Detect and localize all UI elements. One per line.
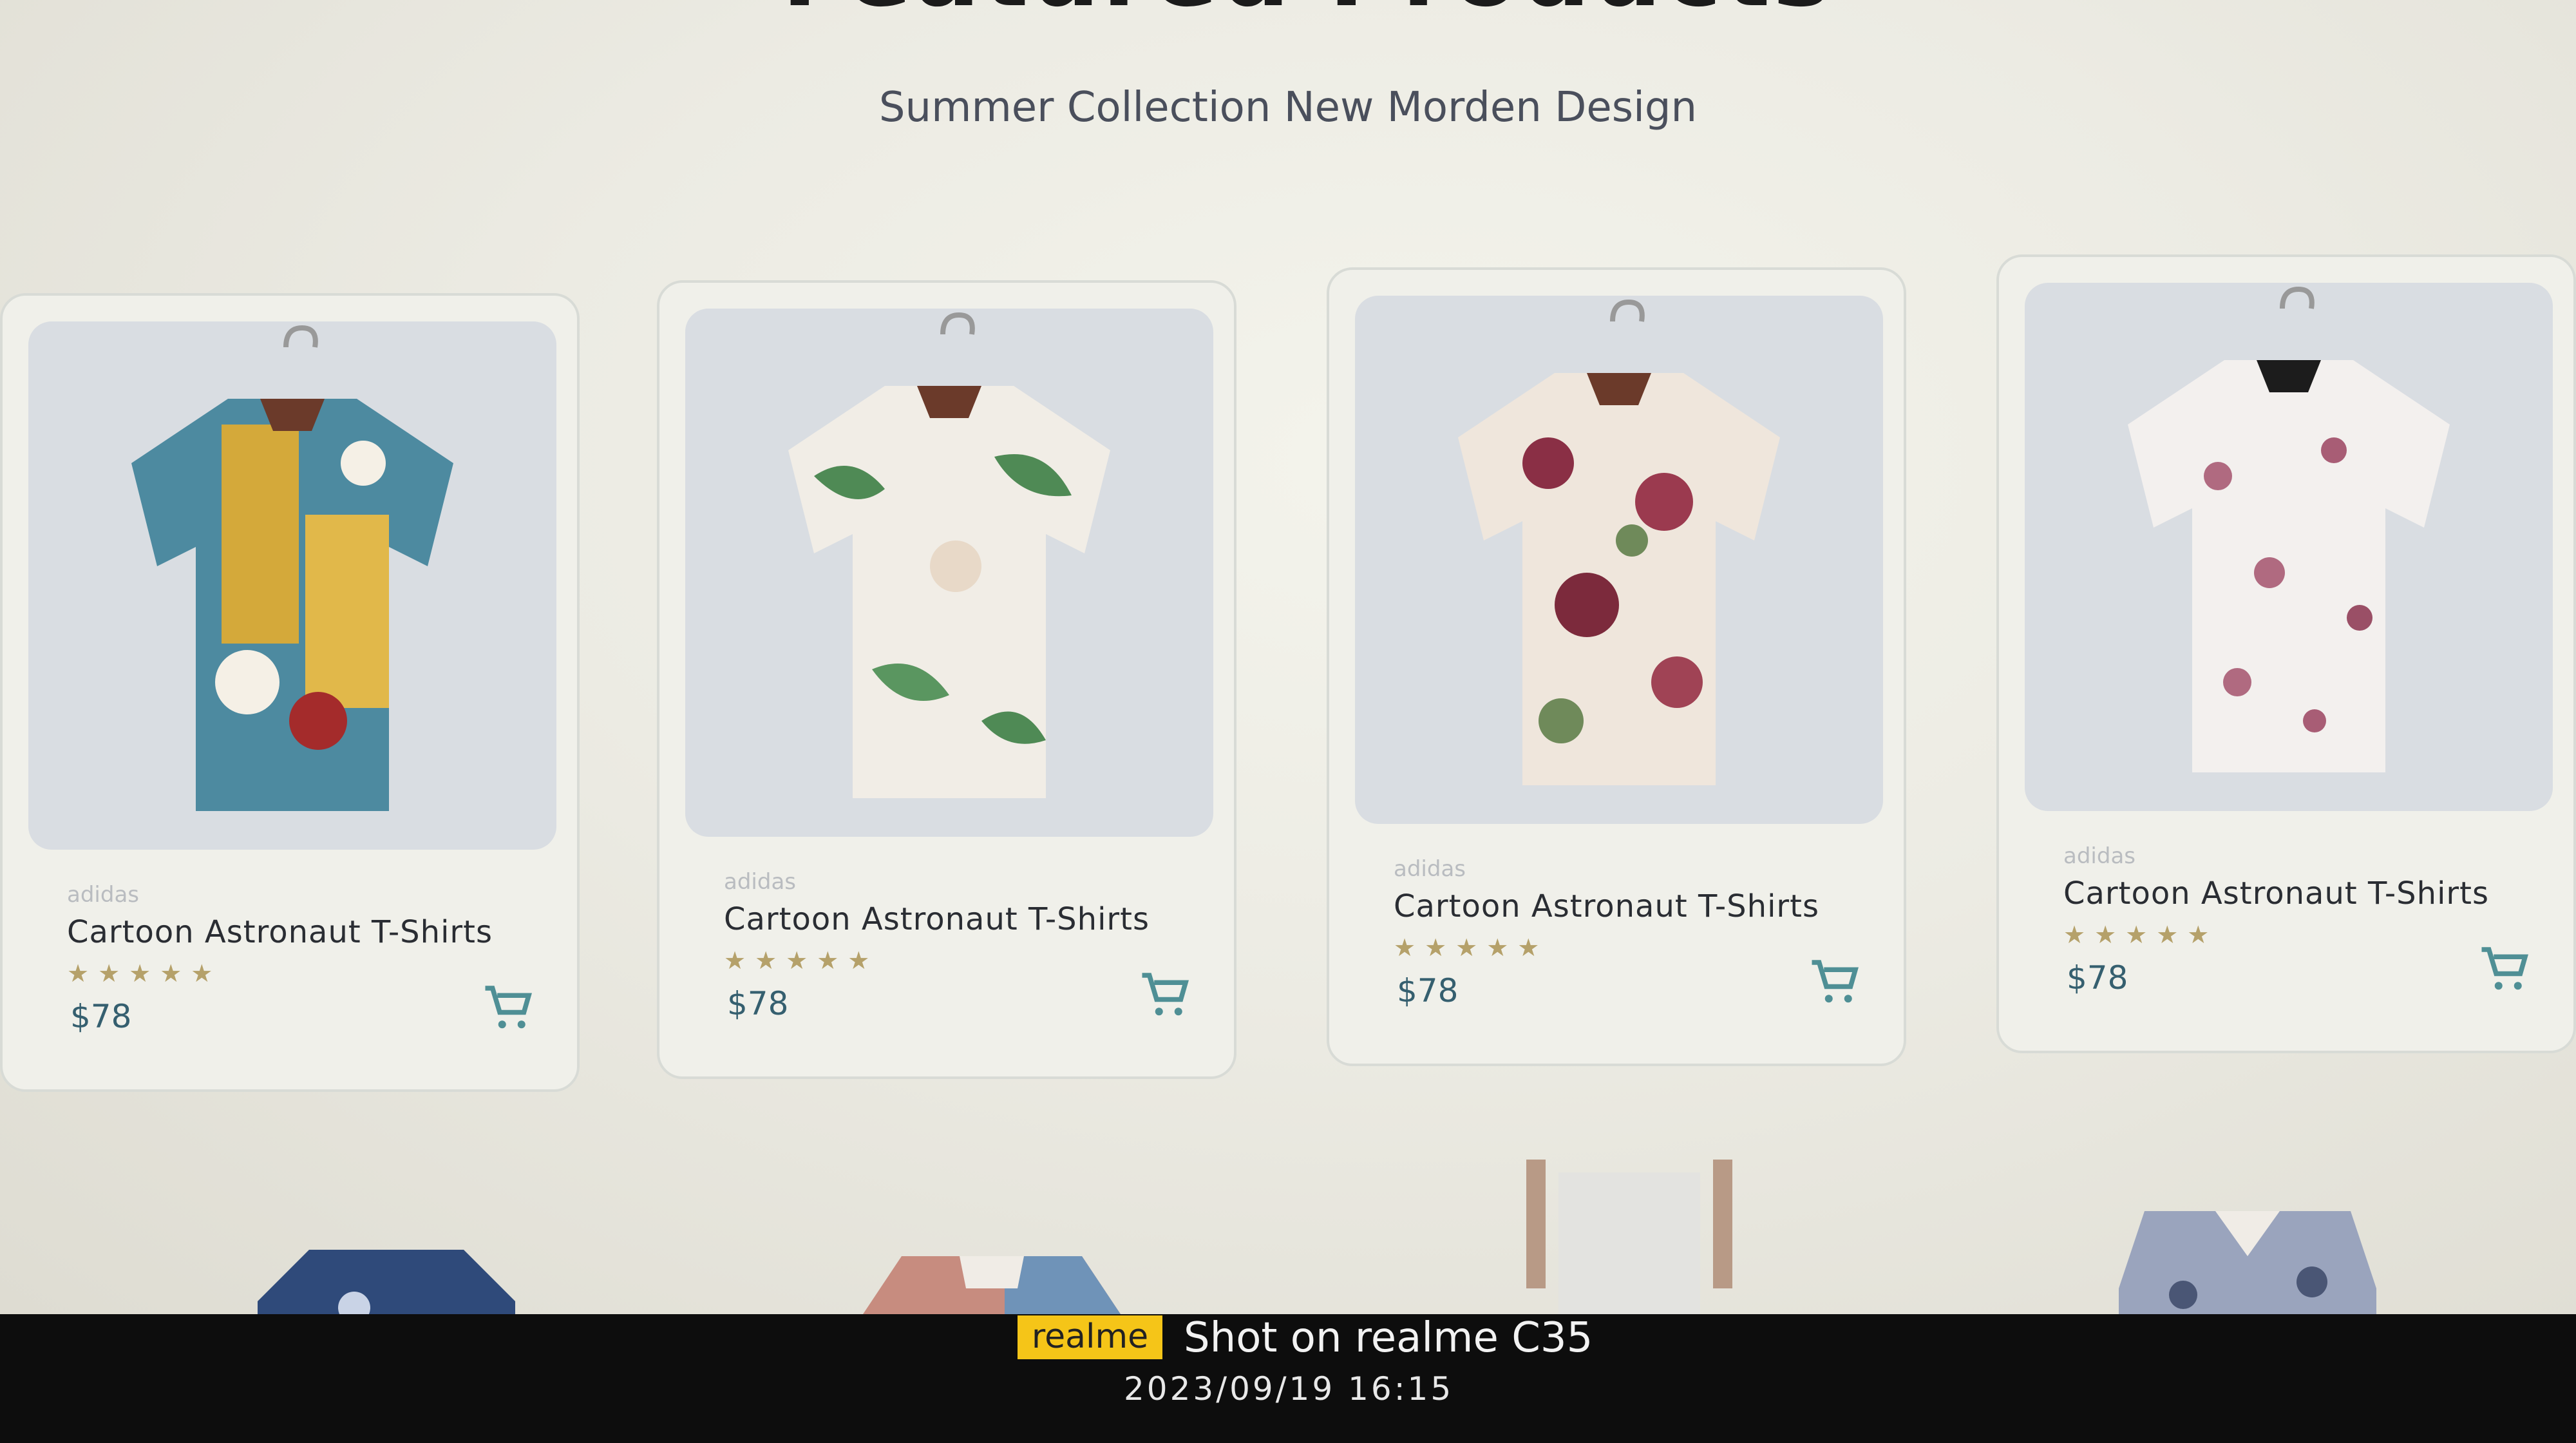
- product-image-partial[interactable]: [258, 1211, 515, 1314]
- watermark-text: Shot on realme C35: [1184, 1314, 1593, 1362]
- watermark-datetime: 2023/09/19 16:15: [1124, 1370, 1454, 1408]
- section-heading: Featured Products: [760, 0, 1855, 28]
- product-brand: adidas: [67, 882, 139, 908]
- product-card[interactable]: adidas Cartoon Astronaut T-Shirts ★★★★★ …: [0, 293, 580, 1092]
- section-subtitle: Summer Collection New Morden Design: [878, 84, 1698, 131]
- shirt-image: [788, 312, 1110, 798]
- product-card[interactable]: adidas Cartoon Astronaut T-Shirts ★★★★★ …: [1327, 267, 1906, 1066]
- product-price: $78: [2067, 959, 2128, 997]
- product-image[interactable]: [1355, 296, 1883, 824]
- cart-icon[interactable]: [2477, 940, 2535, 998]
- watermark-brand-badge: realme: [1018, 1315, 1162, 1359]
- product-name[interactable]: Cartoon Astronaut T-Shirts: [1394, 888, 1819, 924]
- product-brand: adidas: [724, 869, 796, 895]
- product-price: $78: [70, 998, 132, 1035]
- product-brand: adidas: [2063, 843, 2136, 869]
- cart-icon[interactable]: [1807, 953, 1865, 1011]
- product-image-partial[interactable]: [863, 1211, 1121, 1314]
- product-price: $78: [727, 985, 789, 1022]
- product-card[interactable]: adidas Cartoon Astronaut T-Shirts ★★★★★ …: [1996, 254, 2576, 1053]
- shirt-image: [131, 325, 453, 811]
- cart-icon[interactable]: [480, 979, 538, 1037]
- model-image: [1526, 1160, 1732, 1314]
- shirt-image: [1458, 299, 1780, 785]
- shirt-image: [2128, 286, 2450, 772]
- product-image[interactable]: [28, 321, 556, 850]
- cart-icon[interactable]: [1137, 966, 1195, 1024]
- product-name[interactable]: Cartoon Astronaut T-Shirts: [2063, 875, 2489, 912]
- shirt-image: [258, 1250, 515, 1314]
- shirt-image: [863, 1256, 1121, 1314]
- shirt-image: [2119, 1211, 2376, 1314]
- rating-stars: ★★★★★: [2063, 921, 2219, 949]
- rating-stars: ★★★★★: [67, 959, 222, 988]
- product-name[interactable]: Cartoon Astronaut T-Shirts: [724, 901, 1150, 937]
- product-brand: adidas: [1394, 856, 1466, 882]
- product-image-partial[interactable]: [1501, 1160, 1758, 1314]
- product-name[interactable]: Cartoon Astronaut T-Shirts: [67, 914, 493, 950]
- product-image[interactable]: [2025, 283, 2553, 811]
- product-image-partial[interactable]: [2119, 1185, 2376, 1314]
- screen: Featured Products Summer Collection New …: [0, 0, 2576, 1314]
- rating-stars: ★★★★★: [724, 946, 879, 975]
- product-price: $78: [1397, 972, 1459, 1009]
- rating-stars: ★★★★★: [1394, 933, 1549, 962]
- product-card[interactable]: adidas Cartoon Astronaut T-Shirts ★★★★★ …: [657, 280, 1236, 1079]
- product-image[interactable]: [685, 309, 1213, 837]
